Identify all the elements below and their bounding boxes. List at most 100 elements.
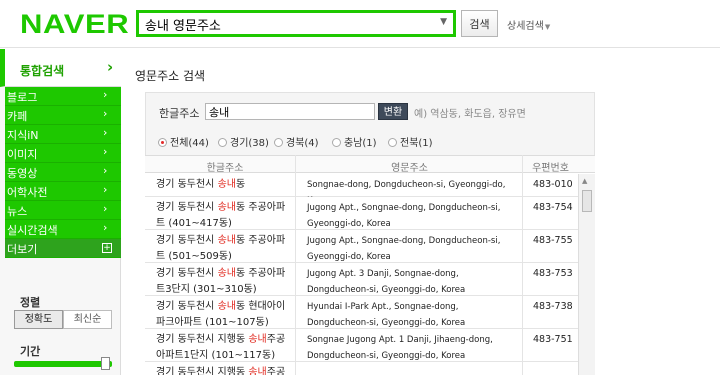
sidebar-item-label: 블로그: [7, 91, 38, 104]
detail-search-label: 상세검색: [507, 21, 544, 32]
english-address-cell: Jugong Apt., Songnae-dong, Dongducheon-s…: [307, 236, 501, 262]
header: NAVER ▼ 검색 상세검색▼: [0, 0, 720, 48]
column-header-zip: 우편번호: [532, 163, 569, 174]
column-divider: [295, 155, 296, 375]
radio-icon: [274, 138, 283, 147]
chevron-down-icon: ▼: [544, 23, 551, 31]
sidebar-item-label: 통합검색: [20, 64, 65, 78]
english-address-cell: Jugong Apt., Songnae-dong, Dongducheon-s…: [307, 203, 501, 229]
chevron-right-icon: ›: [103, 126, 108, 139]
zip-code-cell: 483-738: [533, 301, 573, 312]
table-row[interactable]: 경기 동두천시 지행동 송내주공아파트1단지 (101~117동) Songnae…: [145, 329, 578, 362]
korean-address-cell: 경기 동두천시 지행동 송내주공아파트1단지 (101~117동): [156, 334, 286, 361]
korean-address-cell: 경기 동두천시 지행동 송내주공: [156, 365, 294, 375]
page-title: 영문주소 검색: [135, 69, 206, 83]
sidebar-item-label: 실시간검색: [7, 224, 58, 237]
sort-title: 정렬: [20, 296, 41, 309]
table-header: 한글주소 영문주소 우편번호: [145, 155, 595, 174]
korean-address-cell: 경기 동두천시 송내동 주공아파트 (501~509동): [156, 235, 286, 262]
english-address-cell: Songnae Jugong Apt. 1 Danji, Jihaeng-don…: [307, 335, 493, 361]
highlight-text: 송내: [217, 301, 236, 312]
sort-toggle: 정확도 최신순: [14, 310, 112, 329]
table-row[interactable]: 경기 동두천시 지행동 송내주공: [145, 362, 578, 375]
period-slider-track[interactable]: [14, 361, 112, 367]
table-row[interactable]: 경기 동두천시 송내동 Songnae-dong, Dongducheon-si,…: [145, 174, 578, 206]
sort-accuracy-button[interactable]: 정확도: [14, 310, 63, 329]
sidebar-item-kin[interactable]: 지식iN ›: [5, 125, 121, 144]
search-box[interactable]: ▼: [136, 10, 456, 37]
sidebar-item-integrated-search[interactable]: 통합검색 ›: [0, 49, 121, 87]
period-title: 기간: [20, 345, 41, 358]
highlight-text: 송내: [217, 179, 236, 190]
table-row[interactable]: 경기 동두천시 송내동 주공아파트 (401~417동) Jugong Apt.,…: [145, 197, 578, 230]
radio-icon: [218, 138, 227, 147]
chevron-right-icon: ›: [103, 221, 108, 234]
address-table: 한글주소 영문주소 우편번호 경기 동두천시 송내동 Songnae-dong, …: [145, 155, 595, 375]
chevron-right-icon: ›: [103, 107, 108, 120]
highlight-text: 송내: [217, 202, 236, 213]
search-button[interactable]: 검색: [461, 10, 498, 37]
radio-icon: [332, 138, 341, 147]
radio-icon: [158, 138, 167, 147]
sidebar-item-image[interactable]: 이미지 ›: [5, 144, 121, 163]
zip-code-cell: 483-755: [533, 235, 573, 246]
sidebar: 통합검색 › 블로그 › 카페 › 지식iN › 이미지 › 동영상 › 어학사전 › 뉴스…: [0, 49, 121, 375]
naver-logo[interactable]: NAVER: [20, 9, 129, 40]
sidebar-menu: 블로그 › 카페 › 지식iN › 이미지 › 동영상 › 어학사전 › 뉴스 › 실시간검색…: [5, 87, 121, 258]
period-slider-handle[interactable]: [101, 357, 110, 370]
sidebar-item-more[interactable]: 더보기 +: [5, 239, 121, 258]
table-row[interactable]: 경기 동두천시 송내동 주공아파트3단지 (301~310동) Jugong Ap…: [145, 263, 578, 296]
english-address-cell: Hyundai I-Park Apt., Songnae-dong, Dongd…: [307, 302, 466, 328]
filter-label: 경기(38): [230, 138, 269, 149]
sidebar-item-realtime[interactable]: 실시간검색 ›: [5, 220, 121, 239]
scroll-up-icon[interactable]: ▲: [582, 177, 587, 185]
chevron-right-icon: ›: [107, 58, 114, 76]
dropdown-arrow-icon[interactable]: ▼: [440, 17, 447, 27]
filter-label: 경북(4): [286, 138, 319, 149]
column-header-english: 영문주소: [391, 163, 428, 174]
highlight-text: 송내: [248, 334, 267, 345]
sidebar-item-dictionary[interactable]: 어학사전 ›: [5, 182, 121, 201]
filter-label: 충남(1): [344, 138, 377, 149]
sidebar-item-video[interactable]: 동영상 ›: [5, 163, 121, 182]
zip-code-cell: 483-754: [533, 202, 573, 213]
chevron-right-icon: ›: [103, 88, 108, 101]
chevron-right-icon: ›: [103, 164, 108, 177]
korean-address-input[interactable]: [205, 103, 375, 120]
highlight-text: 송내: [248, 367, 267, 375]
sidebar-item-label: 지식iN: [7, 129, 39, 142]
korean-address-cell: 경기 동두천시 송내동: [156, 179, 246, 190]
chevron-right-icon: ›: [103, 202, 108, 215]
sort-latest-button[interactable]: 최신순: [63, 310, 112, 329]
filter-chungnam[interactable]: 충남(1): [332, 134, 377, 149]
column-divider: [522, 155, 523, 375]
filter-gyeonggi[interactable]: 경기(38): [218, 134, 269, 149]
scroll-thumb[interactable]: [582, 190, 592, 212]
sidebar-item-label: 카페: [7, 110, 28, 123]
highlight-text: 송내: [217, 235, 236, 246]
radio-icon: [388, 138, 397, 147]
korean-address-cell: 경기 동두천시 송내동 현대아이파크아파트 (101~107동): [156, 301, 286, 328]
sidebar-item-blog[interactable]: 블로그 ›: [5, 87, 121, 106]
korean-address-cell: 경기 동두천시 송내동 주공아파트 (401~417동): [156, 202, 286, 229]
korean-address-cell: 경기 동두천시 송내동 주공아파트3단지 (301~310동): [156, 268, 286, 295]
sidebar-item-label: 동영상: [7, 167, 38, 180]
detail-search-link[interactable]: 상세검색▼: [507, 17, 550, 32]
example-hint: 예) 역삼동, 화도읍, 장유면: [414, 109, 526, 120]
sidebar-item-label: 더보기: [7, 243, 38, 256]
table-scrollbar[interactable]: ▲: [578, 174, 595, 375]
table-row[interactable]: 경기 동두천시 송내동 주공아파트 (501~509동) Jugong Apt.,…: [145, 230, 578, 263]
sidebar-item-label: 이미지: [7, 148, 38, 161]
chevron-right-icon: ›: [103, 183, 108, 196]
table-row[interactable]: 경기 동두천시 송내동 현대아이파크아파트 (101~107동) Hyundai …: [145, 296, 578, 329]
zip-code-cell: 483-753: [533, 268, 573, 279]
filter-all[interactable]: 전체(44): [158, 134, 209, 149]
filter-gyeongbuk[interactable]: 경북(4): [274, 134, 319, 149]
sidebar-item-label: 어학사전: [7, 186, 48, 199]
filter-jeonbuk[interactable]: 전북(1): [388, 134, 433, 149]
sidebar-item-news[interactable]: 뉴스 ›: [5, 201, 121, 220]
sidebar-item-cafe[interactable]: 카페 ›: [5, 106, 121, 125]
chevron-right-icon: ›: [103, 145, 108, 158]
search-input[interactable]: [145, 15, 425, 33]
convert-button[interactable]: 변환: [378, 103, 408, 120]
